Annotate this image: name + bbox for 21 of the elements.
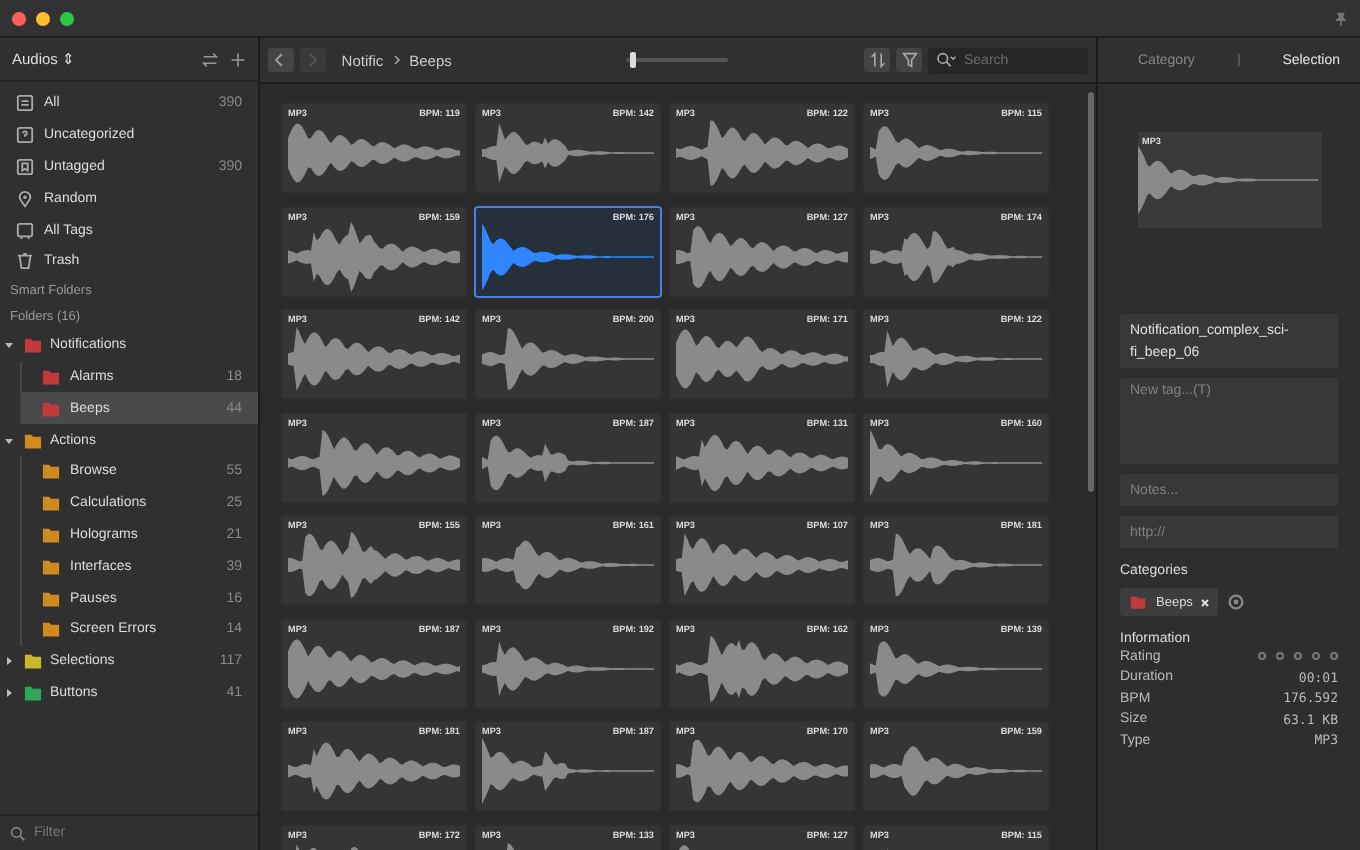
minimize-button[interactable]	[36, 11, 50, 25]
remove-icon	[1200, 597, 1211, 607]
question-icon	[16, 126, 34, 145]
zoom-button[interactable]	[60, 11, 74, 25]
pin-icon[interactable]	[1334, 11, 1348, 25]
list-icon	[16, 94, 34, 113]
trash-icon	[16, 252, 34, 271]
search-icon	[10, 825, 26, 841]
chevron-icon	[391, 54, 402, 66]
chevron-right-icon	[306, 52, 319, 68]
filter-button[interactable]	[896, 48, 922, 72]
bookmark-icon	[16, 157, 34, 176]
sort-button[interactable]	[864, 48, 891, 72]
back-button[interactable]	[268, 48, 294, 72]
zoom-slider[interactable]	[625, 52, 729, 68]
search-icon	[936, 52, 956, 68]
swap-icon[interactable]	[202, 51, 218, 67]
chevron-left-icon	[274, 52, 287, 68]
add-icon[interactable]	[230, 51, 246, 67]
close-button[interactable]	[12, 11, 26, 25]
pin-icon	[16, 189, 34, 208]
